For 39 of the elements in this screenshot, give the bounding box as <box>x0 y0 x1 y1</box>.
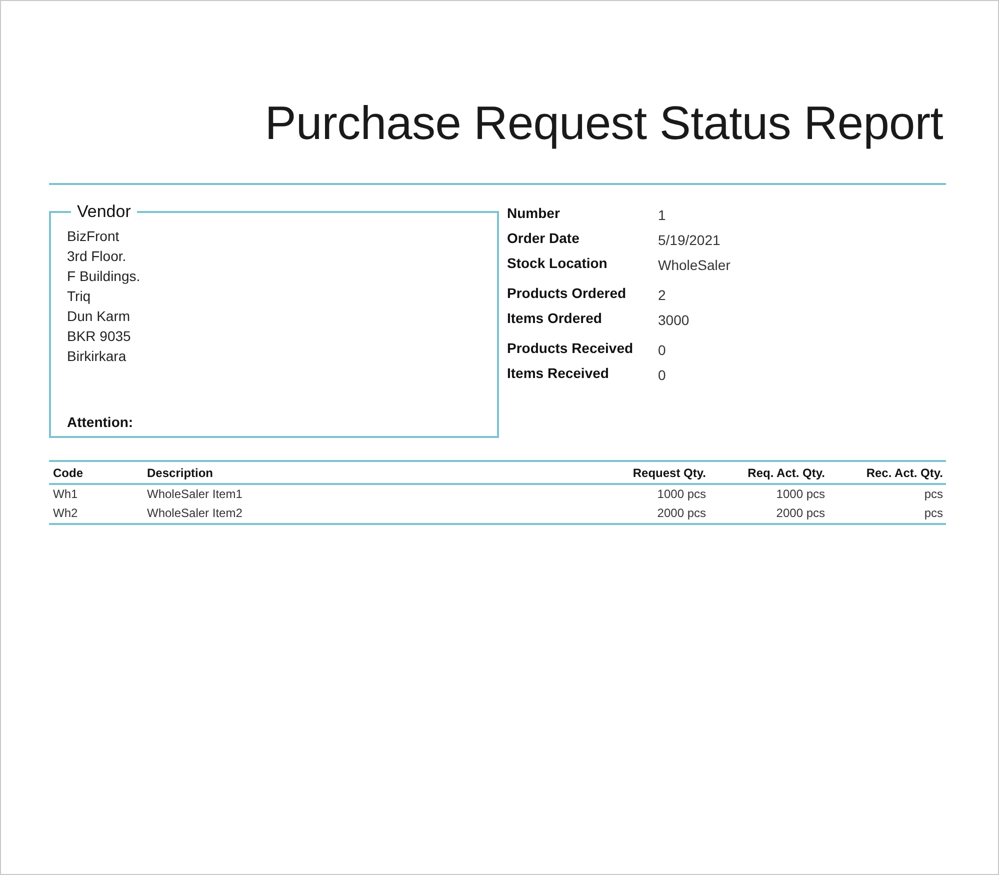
address-line: 3rd Floor. <box>67 248 128 265</box>
field-label: Items Ordered <box>507 309 603 328</box>
column-header: Code <box>49 461 143 484</box>
field-value: 0 <box>658 366 667 384</box>
column-header: Req. Act. Qty. <box>709 461 828 484</box>
table-cell: WholeSaler Item1 <box>143 484 460 504</box>
table-cell: 1000 pcs <box>460 484 709 504</box>
field-value: WholeSaler <box>658 256 730 274</box>
table-cell: WholeSaler Item2 <box>143 504 460 524</box>
field-label: Order Date <box>507 229 580 248</box>
table-cell: Wh2 <box>49 504 143 524</box>
field-label: Items Received <box>507 364 610 383</box>
address-line: Birkirkara <box>67 348 128 365</box>
table-cell: Wh1 <box>49 484 143 504</box>
field-label: Products Ordered <box>507 284 628 303</box>
report-title: Purchase Request Status Report <box>264 95 944 151</box>
table-cell: 2000 pcs <box>709 504 828 524</box>
field-value: 5/19/2021 <box>658 231 722 249</box>
table-cell: 1000 pcs <box>709 484 828 504</box>
address-line: Dun Karm <box>67 308 132 325</box>
panel-title: Vendor <box>76 202 132 222</box>
attention-label: Attention: <box>67 414 134 430</box>
field-value: 2 <box>658 286 667 304</box>
field-label: Stock Location <box>507 254 608 273</box>
table-cell: pcs <box>828 504 946 524</box>
column-header: Request Qty. <box>460 461 709 484</box>
field-value: 1 <box>658 206 667 224</box>
field-value: 0 <box>658 341 667 359</box>
column-header: Rec. Act. Qty. <box>828 461 946 484</box>
field-value: 3000 <box>658 311 690 329</box>
field-label: Number <box>507 204 561 223</box>
address-line: BizFront <box>67 228 120 245</box>
table-cell: pcs <box>828 484 946 504</box>
column-header: Description <box>143 461 460 484</box>
address-line: BKR 9035 <box>67 328 132 345</box>
table-cell: 2000 pcs <box>460 504 709 524</box>
field-label: Products Received <box>507 339 634 358</box>
address-line: Triq <box>67 288 92 305</box>
address-line: F Buildings. <box>67 268 142 285</box>
